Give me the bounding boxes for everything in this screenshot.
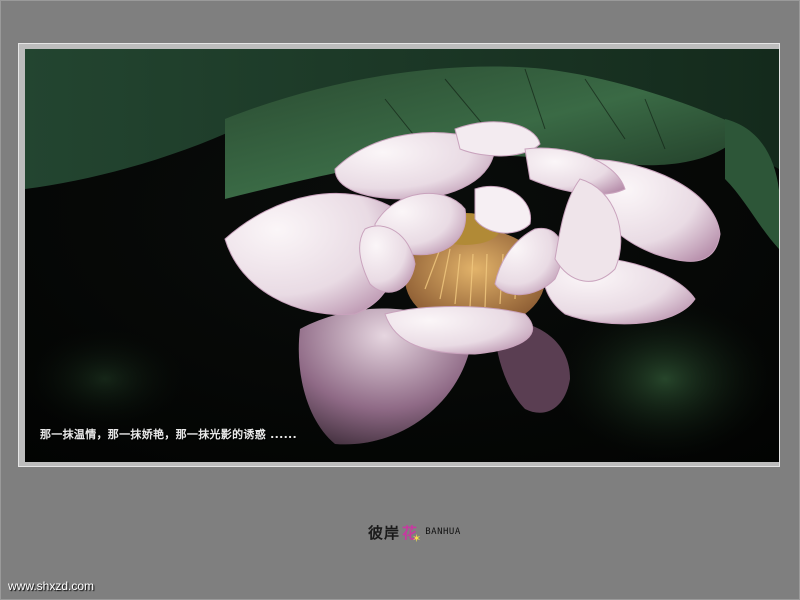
lotus-illustration (25, 49, 779, 462)
lotus-photo (25, 49, 779, 462)
logo-text: 彼岸 (368, 523, 401, 542)
site-watermark: www.shxzd.com (8, 579, 95, 593)
logo-latin: BANHUA (425, 527, 461, 537)
site-logo: 彼岸 花 ✶ BANHUA (368, 518, 461, 546)
photo-caption: 那一抹温情，那一抹娇艳，那一抹光影的诱惑 ...... (40, 428, 297, 441)
sparkle-icon: ✶ (412, 531, 422, 545)
